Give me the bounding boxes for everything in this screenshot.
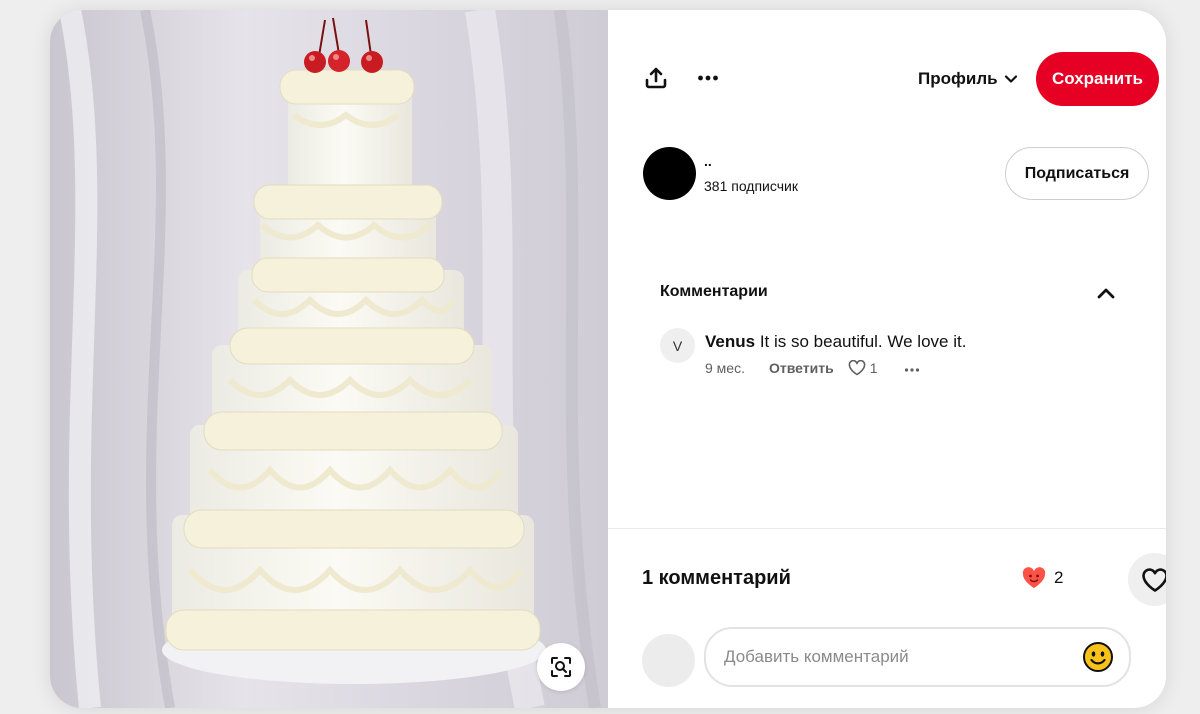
comment-like-count: 1 <box>869 360 878 376</box>
reply-button[interactable]: Ответить <box>769 360 834 376</box>
board-profile-dropdown[interactable]: Профиль <box>918 66 1018 92</box>
footer-divider <box>608 528 1166 529</box>
chevron-down-icon <box>1004 75 1017 83</box>
commenter-avatar[interactable]: V <box>660 328 695 363</box>
pin-image[interactable] <box>50 10 608 708</box>
ellipsis-icon <box>698 75 718 81</box>
smiley-icon <box>1083 642 1113 672</box>
comment-text-line: Venus It is so beautiful. We love it. <box>705 332 966 352</box>
comment-author[interactable]: Venus <box>705 332 755 351</box>
follow-button[interactable]: Подписаться <box>1005 147 1149 200</box>
comment-item: V Venus It is so beautiful. We love it. … <box>660 328 1120 388</box>
heart-outline-icon <box>848 360 866 376</box>
emoji-picker-button[interactable] <box>1082 641 1114 673</box>
collapse-comments-button[interactable] <box>1092 280 1120 308</box>
comment-like-button[interactable]: 1 <box>848 360 878 376</box>
more-options-button[interactable] <box>688 58 728 98</box>
creator-name[interactable]: .. <box>704 153 712 169</box>
comments-header: Комментарии <box>660 280 1140 308</box>
wedding-cake-image <box>50 10 608 708</box>
creator-followers: 381 подписчик <box>704 178 798 194</box>
visual-search-icon <box>551 657 571 677</box>
comments-title: Комментарии <box>660 283 768 300</box>
chevron-up-icon <box>1097 288 1115 299</box>
comment-count: 1 комментарий <box>642 567 791 589</box>
share-upload-icon <box>645 67 667 89</box>
pin-card: Профиль Сохранить .. 381 подписчик Подпи… <box>50 10 1166 708</box>
comment-meta: 9 мес. Ответить 1 <box>705 358 920 378</box>
visual-search-button[interactable] <box>537 643 585 691</box>
react-button[interactable] <box>1128 553 1166 606</box>
current-user-avatar[interactable] <box>642 634 695 687</box>
profile-dropdown-label: Профиль <box>918 69 998 88</box>
comment-more-button[interactable] <box>904 360 920 376</box>
heart-eyes-reaction-icon <box>1022 567 1046 588</box>
comment-text: It is so beautiful. We love it. <box>755 332 967 351</box>
share-button[interactable] <box>636 58 676 98</box>
pin-details-panel: Профиль Сохранить .. 381 подписчик Подпи… <box>608 10 1166 708</box>
ellipsis-icon <box>904 368 919 372</box>
add-comment-input[interactable] <box>724 629 1064 685</box>
heart-outline-icon <box>1141 567 1166 592</box>
creator-avatar[interactable] <box>643 147 696 200</box>
creator-row: .. 381 подписчик Подписаться <box>643 147 1153 201</box>
comment-time: 9 мес. <box>705 360 745 376</box>
comment-composer <box>704 627 1131 687</box>
pin-toolbar: Профиль Сохранить <box>636 52 1159 106</box>
reactions-count: 2 <box>1054 568 1064 587</box>
reactions-summary[interactable]: 2 <box>1022 566 1063 590</box>
save-button[interactable]: Сохранить <box>1036 52 1159 106</box>
